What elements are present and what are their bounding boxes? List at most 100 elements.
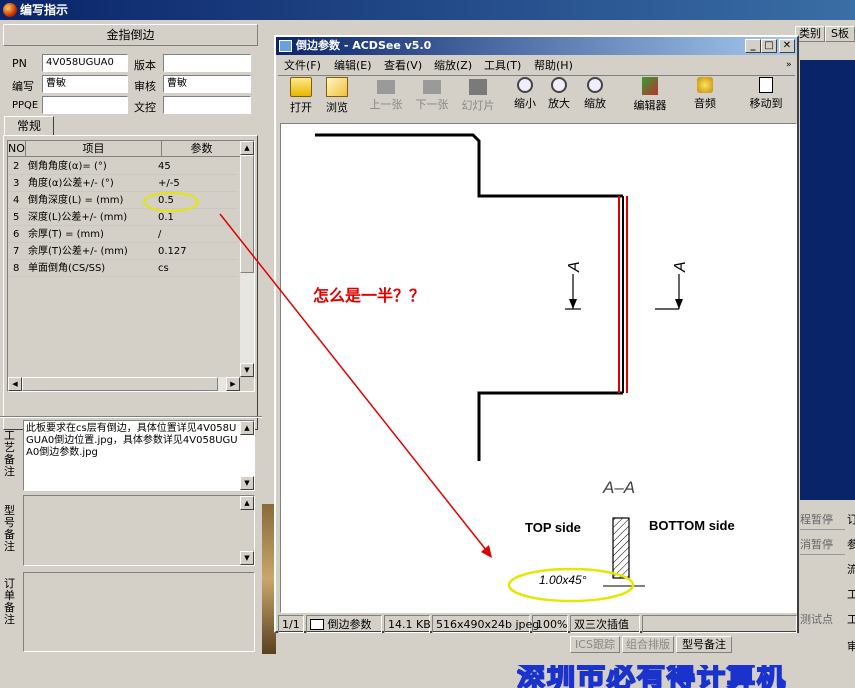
next-button[interactable]: 下一张 (412, 77, 452, 117)
move-to-button[interactable]: 移动到 (746, 77, 786, 117)
menu-overflow-icon[interactable]: » (786, 57, 792, 74)
status-interpolation: 双三次插值 (570, 615, 640, 633)
scroll-thumb[interactable] (240, 155, 254, 273)
cell-item: 余厚(T) = (mm) (28, 229, 104, 240)
col-param-header[interactable]: 参数 (162, 141, 242, 157)
section-title: A–A (602, 478, 635, 497)
menu-view[interactable]: 查看(V) (384, 57, 422, 74)
image-viewport[interactable]: A A A–A TOP side BOTTOM side 1.00x45° (280, 123, 797, 613)
chamfer-dimension-label: 1.00x45° (539, 573, 587, 587)
reviewer-field[interactable]: 曹敏 (163, 75, 251, 93)
arrow-icon (675, 299, 683, 309)
board-outline-bottom (477, 391, 623, 461)
prev-icon (377, 80, 395, 94)
cell-value: +/-5 (158, 178, 180, 189)
right-cell[interactable]: 参 (847, 535, 855, 555)
bottom-tab-ics[interactable]: ICS跟踪 (570, 636, 620, 653)
right-cell[interactable]: 程暂停 (800, 510, 845, 530)
board-outline-top (315, 133, 623, 198)
cell-item: 倒角深度(L) = (mm) (28, 195, 124, 206)
folder-open-icon (290, 77, 312, 97)
cell-value: 0.127 (158, 246, 187, 257)
cell-no: 8 (13, 263, 20, 274)
right-cell[interactable]: 审 (847, 637, 855, 657)
scroll-down-icon[interactable]: ▼ (240, 476, 254, 490)
table-vscroll[interactable]: ▲ ▼ (240, 141, 254, 377)
table-row[interactable]: 7 余厚(T)公差+/- (mm) 0.127 (8, 243, 238, 260)
main-title-text: 编写指示 (20, 3, 69, 17)
status-filesize: 14.1 KB (384, 615, 431, 633)
bottom-tab-model-note[interactable]: 型号备注 (676, 636, 732, 653)
maximize-button[interactable]: □ (761, 39, 777, 53)
cell-no: 4 (13, 195, 20, 206)
table-row[interactable]: 5 深度(L)公差+/- (mm) 0.1 (8, 209, 238, 226)
scroll-up-icon[interactable]: ▲ (240, 141, 254, 155)
header-cell-category[interactable]: 类别 (795, 26, 825, 42)
right-cell[interactable]: 工 (847, 585, 855, 605)
slideshow-button[interactable]: 幻灯片 (458, 77, 498, 117)
zoom-out-icon (517, 77, 533, 93)
col-no-header[interactable]: NO (8, 141, 26, 157)
process-note-box[interactable]: 此板要求在cs层有倒边，具体位置详见4V058UGUA0倒边位置.jpg，具体参… (23, 420, 255, 491)
cell-no: 2 (13, 161, 20, 172)
right-cell[interactable]: 流 (847, 560, 855, 580)
menu-zoom[interactable]: 缩放(Z) (434, 57, 472, 74)
open-button[interactable]: 打开 (286, 77, 316, 117)
close-button[interactable]: ✕ (779, 39, 795, 53)
menu-edit[interactable]: 编辑(E) (334, 57, 372, 74)
minimize-button[interactable]: _ (745, 39, 761, 53)
table-hscroll[interactable]: ◀ ▶ (8, 377, 240, 391)
bottom-side-label: BOTTOM side (649, 518, 735, 533)
right-cell[interactable]: 工 (847, 610, 855, 630)
table-row[interactable]: 4 倒角深度(L) = (mm) 0.5 (8, 192, 238, 209)
table-row[interactable]: 6 余厚(T) = (mm) / (8, 226, 238, 243)
table-row[interactable]: 3 角度(α)公差+/- (°) +/-5 (8, 175, 238, 192)
version-label: 版本 (134, 59, 156, 72)
ppqe-field[interactable] (42, 96, 128, 114)
zoom-in-button[interactable]: 放大 (544, 77, 574, 117)
header-cell-s-board[interactable]: S板 (825, 26, 855, 42)
pn-label: PN (12, 57, 27, 70)
right-cell[interactable]: 订 (847, 510, 855, 530)
slideshow-icon (469, 79, 487, 95)
writer-field[interactable]: 曹敏 (42, 75, 128, 93)
browse-button[interactable]: 浏览 (322, 77, 352, 117)
prev-button[interactable]: 上一张 (366, 77, 406, 117)
params-table: NO 项目 参数 2 倒角角度(α)= (°) 45 3 角度(α)公差+/- … (7, 140, 255, 392)
background-dark-panel (800, 60, 855, 500)
table-row[interactable]: 2 倒角角度(α)= (°) 45 (8, 158, 238, 175)
editor-button[interactable]: 编辑器 (628, 77, 672, 117)
menu-tools[interactable]: 工具(T) (484, 57, 521, 74)
tab-general[interactable]: 常规 (4, 116, 54, 136)
cell-item: 倒角角度(α)= (°) (28, 161, 107, 172)
version-field[interactable] (163, 54, 251, 72)
scroll-left-icon[interactable]: ◀ (8, 377, 22, 391)
scroll-down-icon[interactable]: ▼ (240, 551, 254, 565)
right-cell[interactable]: 消暂停 (800, 535, 845, 555)
zoom-button[interactable]: 缩放 (580, 77, 610, 117)
zoom-out-button[interactable]: 缩小 (510, 77, 540, 117)
menu-help[interactable]: 帮助(H) (534, 57, 573, 74)
menu-file[interactable]: 文件(F) (284, 57, 321, 74)
scroll-up-icon[interactable]: ▲ (240, 421, 254, 435)
move-icon (759, 77, 773, 93)
scroll-up-icon[interactable]: ▲ (240, 496, 254, 510)
audio-button[interactable]: 音频 (690, 77, 720, 117)
model-note-box[interactable]: ▲ ▼ (23, 495, 255, 566)
editor-icon (642, 77, 658, 95)
status-bar: 1/1 倒边参数 14.1 KB 516x490x24b jpeg 100% 双… (278, 615, 797, 633)
table-row[interactable]: 8 单面倒角(CS/SS) cs (8, 260, 238, 277)
col-item-header[interactable]: 项目 (26, 141, 162, 157)
right-cell[interactable]: 测试点 (800, 610, 845, 630)
scroll-right-icon[interactable]: ▶ (226, 377, 240, 391)
cell-item: 余厚(T)公差+/- (mm) (28, 246, 128, 257)
pn-field[interactable]: 4V058UGUA0 (42, 54, 128, 72)
hscroll-thumb[interactable] (22, 377, 218, 391)
browse-icon (326, 77, 348, 97)
bottom-tab-combine[interactable]: 组合排版 (622, 636, 674, 653)
cell-item: 单面倒角(CS/SS) (28, 263, 106, 274)
scroll-down-icon[interactable]: ▼ (240, 363, 254, 377)
cell-item: 角度(α)公差+/- (°) (28, 178, 114, 189)
doc-control-field[interactable] (163, 96, 251, 114)
order-note-box[interactable] (23, 572, 255, 652)
